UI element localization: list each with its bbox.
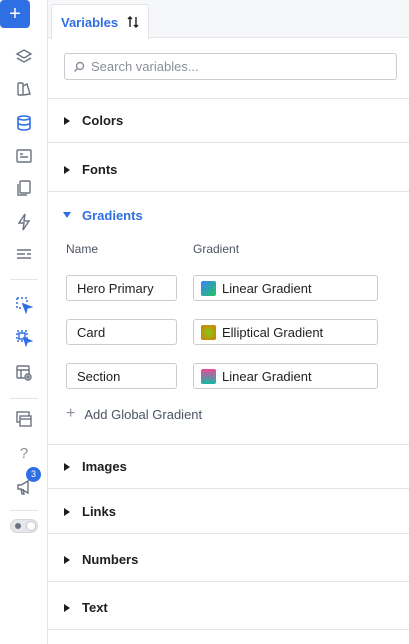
gradient-type: Elliptical Gradient [222,324,324,340]
preview-icon[interactable] [9,358,39,388]
add-button[interactable]: + [0,0,30,28]
windows-icon[interactable] [9,404,39,434]
gradient-swatch [201,280,216,296]
gradient-name-field[interactable]: Hero Primary [66,275,177,301]
tab-bar: Variables [48,0,409,39]
select-multiple-icon[interactable] [9,323,39,353]
gradient-type: Linear Gradient [222,280,312,296]
section-images[interactable]: Images [48,445,409,489]
caret-right-icon [62,462,72,472]
section-links[interactable]: Links [48,490,409,534]
section-colors[interactable]: Colors [48,99,409,143]
caret-down-icon [62,210,72,220]
gradient-value-field[interactable]: Linear Gradient [193,363,378,389]
caret-right-icon [62,603,72,613]
help-icon[interactable]: ? [9,438,39,468]
search-input[interactable] [91,59,381,74]
rail-divider [10,510,38,511]
list-icon[interactable] [9,240,39,270]
plus-icon: + [66,405,76,422]
gradient-type: Linear Gradient [222,368,312,384]
form-icon[interactable] [9,141,39,171]
pages-icon[interactable] [9,173,39,203]
section-title: Images [82,459,127,474]
gradient-swatch [201,324,216,340]
tab-label: Variables [61,14,119,30]
gradient-name-field[interactable]: Section [66,363,177,389]
gradient-swatch [201,368,216,384]
search-box[interactable] [64,53,397,80]
theme-toggle[interactable] [10,519,38,533]
caret-right-icon [62,116,72,126]
announcements-icon[interactable]: 3 [9,467,41,502]
section-text[interactable]: Text [48,586,409,630]
gradient-value-field[interactable]: Elliptical Gradient [193,319,378,345]
notification-badge: 3 [26,467,41,482]
caret-right-icon [62,507,72,517]
rail-divider [10,279,38,280]
section-gradients[interactable]: Gradients [48,193,409,237]
search-icon [74,61,85,72]
section-numbers[interactable]: Numbers [48,538,409,582]
sun-icon [15,523,21,529]
add-global-gradient-button[interactable]: + Add Global Gradient [66,406,202,422]
database-icon[interactable] [9,108,39,138]
add-gradient-label: Add Global Gradient [84,406,203,422]
section-title: Fonts [82,162,118,177]
tab-variables[interactable]: Variables [51,4,149,39]
toggle-knob [26,521,36,531]
section-fonts[interactable]: Fonts [48,148,409,192]
layers-icon[interactable] [9,42,39,72]
section-title: Gradients [82,207,143,223]
gradient-column-header: Gradient [193,242,240,256]
name-column-header: Name [66,242,99,256]
gradient-value-field[interactable]: Linear Gradient [193,275,378,301]
section-title: Links [82,504,116,519]
gradient-name-field[interactable]: Card [66,319,177,345]
section-title: Numbers [82,552,139,567]
sort-icon[interactable] [126,15,140,29]
style-icon[interactable] [9,74,39,104]
rail-divider [10,398,38,399]
select-element-icon[interactable] [9,290,39,320]
icon-rail: + ? 3 [0,0,48,644]
caret-right-icon [62,555,72,565]
section-title: Colors [82,113,124,128]
caret-right-icon [62,165,72,175]
lightning-icon[interactable] [9,207,39,237]
section-title: Text [82,600,108,615]
